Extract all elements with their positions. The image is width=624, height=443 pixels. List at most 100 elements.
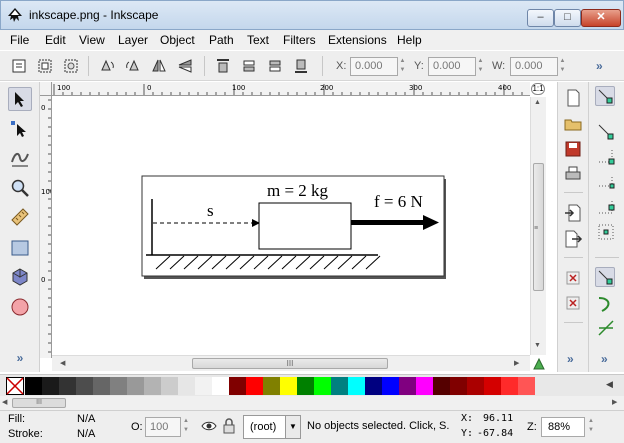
color-swatch[interactable]: [42, 377, 59, 395]
maximize-button[interactable]: □: [554, 9, 581, 27]
color-swatch[interactable]: [382, 377, 399, 395]
snap-bbox-edge-icon[interactable]: [596, 146, 616, 166]
redo-icon[interactable]: [563, 293, 583, 313]
x-stepper[interactable]: ▲ ▼: [398, 57, 407, 76]
menu-filters[interactable]: Filters: [283, 33, 316, 47]
new-document-icon[interactable]: [563, 88, 583, 108]
raise-to-top-icon[interactable]: [214, 58, 232, 74]
menu-text[interactable]: Text: [247, 33, 269, 47]
color-swatch[interactable]: [433, 377, 450, 395]
more-snap-chevron-icon[interactable]: »: [601, 352, 608, 366]
stroke-value[interactable]: N/A: [77, 428, 95, 440]
scroll-left-arrow-icon[interactable]: ◀: [60, 359, 65, 367]
color-swatch[interactable]: [93, 377, 110, 395]
color-swatch[interactable]: [161, 377, 178, 395]
rotate-ccw-icon[interactable]: [98, 58, 116, 74]
open-folder-icon[interactable]: [563, 114, 583, 134]
drawing-canvas[interactable]: s m = 2 kg f = 6 N: [52, 97, 530, 355]
color-swatch[interactable]: [484, 377, 501, 395]
color-swatch[interactable]: [144, 377, 161, 395]
lower-icon[interactable]: [266, 58, 284, 74]
scroll-down-arrow-icon[interactable]: ▼: [534, 342, 541, 349]
close-button[interactable]: ✕: [581, 9, 621, 27]
color-swatch[interactable]: [280, 377, 297, 395]
rotate-cw-icon[interactable]: [124, 58, 142, 74]
color-swatch[interactable]: [416, 377, 433, 395]
menu-extensions[interactable]: Extensions: [328, 33, 387, 47]
menu-edit[interactable]: Edit: [45, 33, 66, 47]
color-swatch[interactable]: [365, 377, 382, 395]
menu-help[interactable]: Help: [397, 33, 422, 47]
color-swatch[interactable]: [195, 377, 212, 395]
zoom-field[interactable]: 88%: [541, 417, 585, 437]
color-swatch[interactable]: [467, 377, 484, 395]
palette-menu-arrow-icon[interactable]: ◀: [606, 379, 613, 390]
color-swatch[interactable]: [297, 377, 314, 395]
scroll-right-arrow-icon[interactable]: ▶: [514, 359, 519, 367]
palette-scrollbar[interactable]: ◀ III ▶: [0, 396, 624, 410]
tweak-tool[interactable]: [8, 146, 32, 170]
snap-paths-icon[interactable]: [596, 294, 616, 314]
color-swatch[interactable]: [314, 377, 331, 395]
export-icon[interactable]: [563, 229, 583, 249]
lower-to-bottom-icon[interactable]: [292, 58, 310, 74]
node-tool[interactable]: [8, 117, 32, 141]
more-commands-chevron-icon[interactable]: »: [567, 352, 574, 366]
select-all-layers-icon[interactable]: [36, 58, 54, 74]
opacity-field[interactable]: 100: [145, 417, 181, 437]
more-tools-chevron-icon[interactable]: »: [8, 350, 32, 366]
color-swatch[interactable]: [399, 377, 416, 395]
snap-nodes-icon[interactable]: [595, 267, 615, 287]
color-swatch[interactable]: [25, 377, 42, 395]
fill-value[interactable]: N/A: [77, 413, 95, 425]
color-swatch[interactable]: [518, 377, 535, 395]
horizontal-scrollbar[interactable]: ◀ III ▶: [52, 355, 530, 371]
color-swatch[interactable]: [331, 377, 348, 395]
layer-dropdown[interactable]: (root) ▼: [243, 415, 301, 439]
layer-visibility-eye-icon[interactable]: [201, 419, 217, 433]
flip-vertical-icon[interactable]: [176, 58, 194, 74]
menu-layer[interactable]: Layer: [118, 33, 148, 47]
vertical-scrollbar[interactable]: ▲ ≡ ▼: [530, 97, 546, 355]
3d-box-tool[interactable]: [8, 265, 32, 289]
minimize-button[interactable]: –: [527, 9, 554, 27]
layer-lock-icon[interactable]: [222, 418, 236, 434]
color-swatch[interactable]: [501, 377, 518, 395]
zoom-tool[interactable]: [8, 176, 32, 200]
color-swatch[interactable]: [246, 377, 263, 395]
snap-bbox-icon[interactable]: [596, 122, 616, 142]
w-stepper[interactable]: ▲ ▼: [558, 57, 567, 76]
select-all-icon[interactable]: [10, 58, 28, 74]
no-paint-swatch-icon[interactable]: [6, 377, 24, 395]
rectangle-tool[interactable]: [8, 236, 32, 260]
opacity-stepper[interactable]: ▲ ▼: [183, 417, 189, 435]
w-field[interactable]: 0.000: [510, 57, 558, 76]
selector-tool[interactable]: [8, 87, 32, 111]
zoom-fit-icon[interactable]: 1:1: [531, 83, 545, 95]
save-icon[interactable]: [563, 139, 583, 159]
snap-bbox-midpoint-icon[interactable]: [596, 197, 616, 217]
snap-intersections-icon[interactable]: [596, 318, 616, 338]
y-stepper[interactable]: ▲ ▼: [476, 57, 485, 76]
import-icon[interactable]: [563, 203, 583, 223]
snap-bbox-corner-icon[interactable]: [596, 172, 616, 192]
snap-bbox-center-icon[interactable]: [596, 222, 616, 242]
palette-scroll-right-icon[interactable]: ▶: [612, 398, 617, 406]
deselect-icon[interactable]: [62, 58, 80, 74]
ellipse-tool[interactable]: [8, 295, 32, 319]
print-icon[interactable]: [563, 164, 583, 184]
palette-scroll-thumb[interactable]: III: [12, 398, 66, 408]
cms-toggle-icon[interactable]: [532, 357, 546, 371]
color-swatch[interactable]: [212, 377, 229, 395]
color-swatch[interactable]: [110, 377, 127, 395]
undo-icon[interactable]: [563, 268, 583, 288]
color-swatch[interactable]: [263, 377, 280, 395]
menu-file[interactable]: File: [10, 33, 29, 47]
more-controls-chevron-icon[interactable]: »: [596, 59, 603, 73]
y-field[interactable]: 0.000: [428, 57, 476, 76]
palette-scroll-left-icon[interactable]: ◀: [2, 398, 7, 406]
color-swatch[interactable]: [450, 377, 467, 395]
zoom-stepper[interactable]: ▲ ▼: [588, 417, 594, 435]
horizontal-scroll-thumb[interactable]: III: [192, 358, 388, 369]
measure-tool[interactable]: [8, 205, 32, 229]
